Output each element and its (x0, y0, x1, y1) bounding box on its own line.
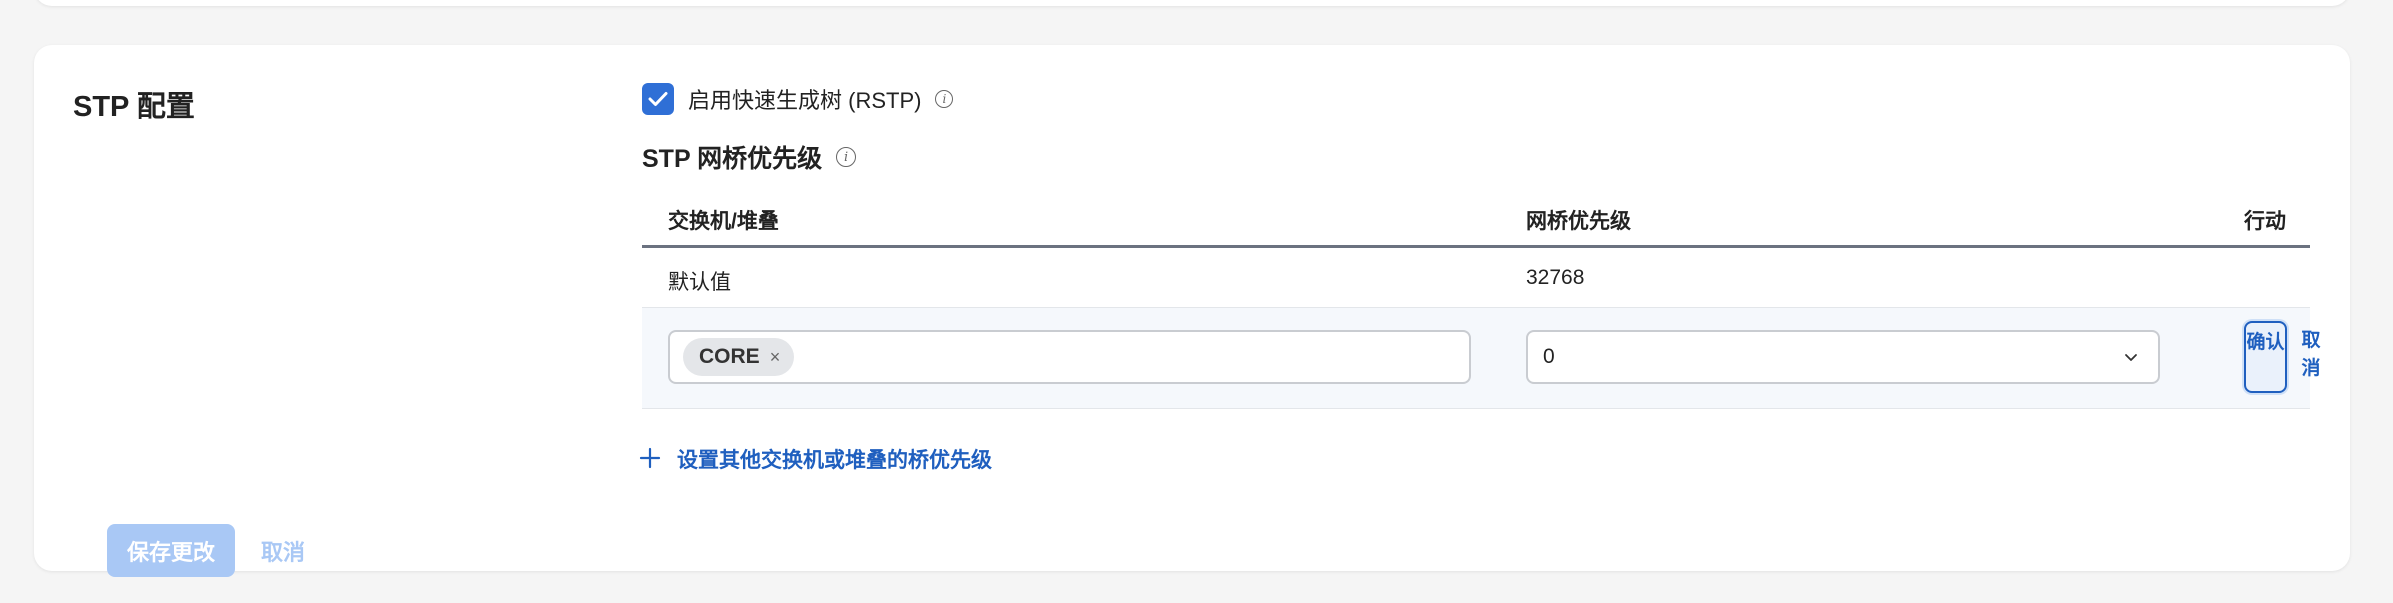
save-changes-button[interactable]: 保存更改 (107, 524, 235, 577)
chip-label: CORE (699, 345, 760, 368)
checkmark-icon (648, 92, 668, 106)
cancel-row-button[interactable]: 取消 (2298, 327, 2324, 383)
default-switch-cell: 默认值 (668, 271, 731, 294)
priority-select-value: 0 (1543, 345, 1555, 368)
stp-config-card: STP 配置 启用快速生成树 (RSTP) i STP 网桥优先级 i 交换机/… (34, 45, 2350, 577)
column-header-action: 行动 (2244, 210, 2286, 233)
cancel-button[interactable]: 取消 (261, 535, 305, 567)
chip-remove-icon[interactable]: × (770, 347, 781, 368)
column-header-priority: 网桥优先级 (1526, 210, 1631, 233)
table-header: 交换机/堆叠 网桥优先级 行动 (642, 185, 2310, 248)
add-priority-link[interactable]: 设置其他交换机或堆叠的桥优先级 (639, 443, 992, 475)
column-header-switch: 交换机/堆叠 (668, 210, 779, 233)
switch-chip: CORE × (683, 338, 795, 376)
info-icon[interactable]: i (836, 147, 857, 167)
info-icon[interactable]: i (935, 90, 954, 108)
bridge-priority-title: STP 网桥优先级 (642, 145, 823, 173)
switch-selector-input[interactable]: CORE × (668, 330, 1471, 384)
previous-card (34, 0, 2350, 6)
rstp-option: 启用快速生成树 (RSTP) i (642, 83, 954, 115)
bridge-priority-heading: STP 网桥优先级 i (642, 141, 857, 173)
rstp-label: 启用快速生成树 (RSTP) (688, 88, 922, 113)
priority-select[interactable]: 0 (1526, 330, 2160, 384)
bridge-priority-table: 交换机/堆叠 网桥优先级 行动 默认值 32768 CORE × 0 确认 取消 (642, 185, 2321, 409)
add-priority-link-label: 设置其他交换机或堆叠的桥优先级 (677, 449, 992, 472)
plus-icon (639, 447, 661, 469)
table-row-edit: CORE × 0 确认 取消 (642, 308, 2321, 409)
chevron-down-icon (2125, 354, 2137, 361)
rstp-checkbox[interactable] (642, 83, 674, 115)
table-row-default: 默认值 32768 (642, 248, 2310, 308)
confirm-button[interactable]: 确认 (2244, 321, 2287, 393)
section-title: STP 配置 (73, 91, 195, 123)
default-priority-cell: 32768 (1526, 266, 1585, 289)
